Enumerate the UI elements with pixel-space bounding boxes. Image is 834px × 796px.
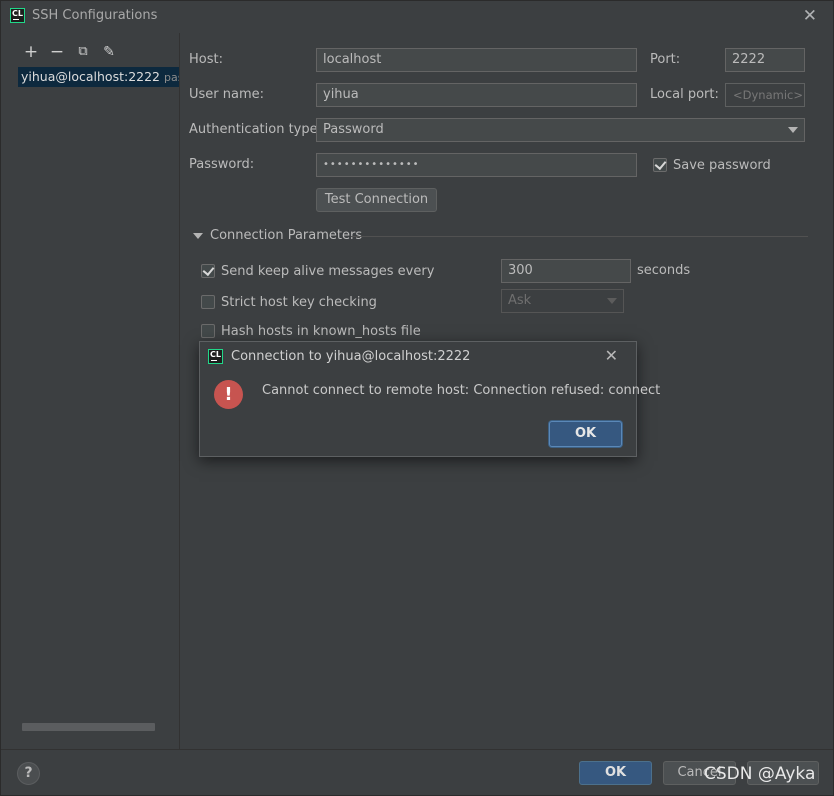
- auth-type-label: Authentication type:: [189, 122, 322, 137]
- password-input[interactable]: ••••••••••••••: [316, 153, 637, 177]
- auth-type-value: Password: [323, 122, 384, 137]
- error-message: Cannot connect to remote host: Connectio…: [262, 383, 661, 398]
- test-connection-button[interactable]: Test Connection: [316, 188, 437, 212]
- section-collapse-icon[interactable]: [193, 233, 203, 239]
- copy-icon[interactable]: ⧉: [74, 43, 92, 61]
- keep-alive-interval-input[interactable]: 300: [501, 259, 631, 283]
- hash-hosts-checkbox[interactable]: [201, 324, 215, 338]
- hash-hosts-label: Hash hosts in known_hosts file: [221, 324, 421, 339]
- keep-alive-unit: seconds: [637, 263, 691, 278]
- save-password-checkbox[interactable]: [653, 158, 667, 172]
- horizontal-scrollbar[interactable]: [22, 723, 155, 731]
- local-port-input[interactable]: <Dynamic>: [725, 83, 805, 107]
- connection-error-dialog: CL Connection to yihua@localhost:2222 ✕ …: [199, 341, 660, 457]
- ok-button[interactable]: OK: [579, 761, 652, 785]
- clion-logo-icon: CL: [208, 349, 223, 364]
- remove-icon[interactable]: −: [48, 43, 66, 61]
- close-icon[interactable]: ✕: [803, 6, 817, 26]
- strict-host-key-checkbox[interactable]: [201, 295, 215, 309]
- user-name-input[interactable]: yihua: [316, 83, 637, 107]
- chevron-down-icon: [788, 127, 798, 133]
- help-icon[interactable]: ?: [17, 762, 40, 785]
- strict-host-key-value: Ask: [508, 293, 532, 308]
- host-input[interactable]: localhost: [316, 48, 637, 72]
- user-name-label: User name:: [189, 87, 265, 102]
- add-icon[interactable]: +: [22, 43, 40, 61]
- keep-alive-checkbox[interactable]: [201, 264, 215, 278]
- chevron-down-icon: [607, 298, 617, 304]
- title-bar: CL SSH Configurations ✕: [1, 1, 833, 33]
- edit-icon[interactable]: ✎: [100, 43, 118, 61]
- config-item-auth: passv: [164, 71, 179, 84]
- strict-host-key-select[interactable]: Ask: [501, 289, 624, 313]
- clion-logo-icon: CL: [10, 8, 25, 23]
- host-label: Host:: [189, 52, 223, 67]
- port-input[interactable]: 2222: [725, 48, 805, 72]
- config-list-item[interactable]: yihua@localhost:2222passv: [18, 67, 179, 87]
- watermark: CSDN @Ayka: [704, 764, 816, 784]
- error-icon: !: [214, 380, 243, 409]
- keep-alive-label: Send keep alive messages every: [221, 264, 435, 279]
- local-port-label: Local port:: [650, 87, 719, 102]
- password-label: Password:: [189, 157, 255, 172]
- error-dialog-title: Connection to yihua@localhost:2222: [231, 349, 471, 364]
- connection-parameters-header[interactable]: Connection Parameters: [210, 228, 362, 243]
- save-password-label: Save password: [673, 158, 771, 173]
- close-icon[interactable]: ✕: [605, 346, 618, 365]
- auth-type-select[interactable]: Password: [316, 118, 805, 142]
- window-title: SSH Configurations: [32, 8, 158, 23]
- ssh-configurations-window: CL SSH Configurations ✕ + − ⧉ ✎ yihua@lo…: [0, 0, 834, 796]
- strict-host-key-label: Strict host key checking: [221, 295, 377, 310]
- config-item-label: yihua@localhost:2222: [21, 69, 161, 84]
- dialog-ok-button[interactable]: OK: [549, 421, 622, 447]
- port-label: Port:: [650, 52, 681, 67]
- section-divider: [351, 236, 808, 237]
- configurations-list-pane: + − ⧉ ✎ yihua@localhost:2222passv: [1, 33, 180, 749]
